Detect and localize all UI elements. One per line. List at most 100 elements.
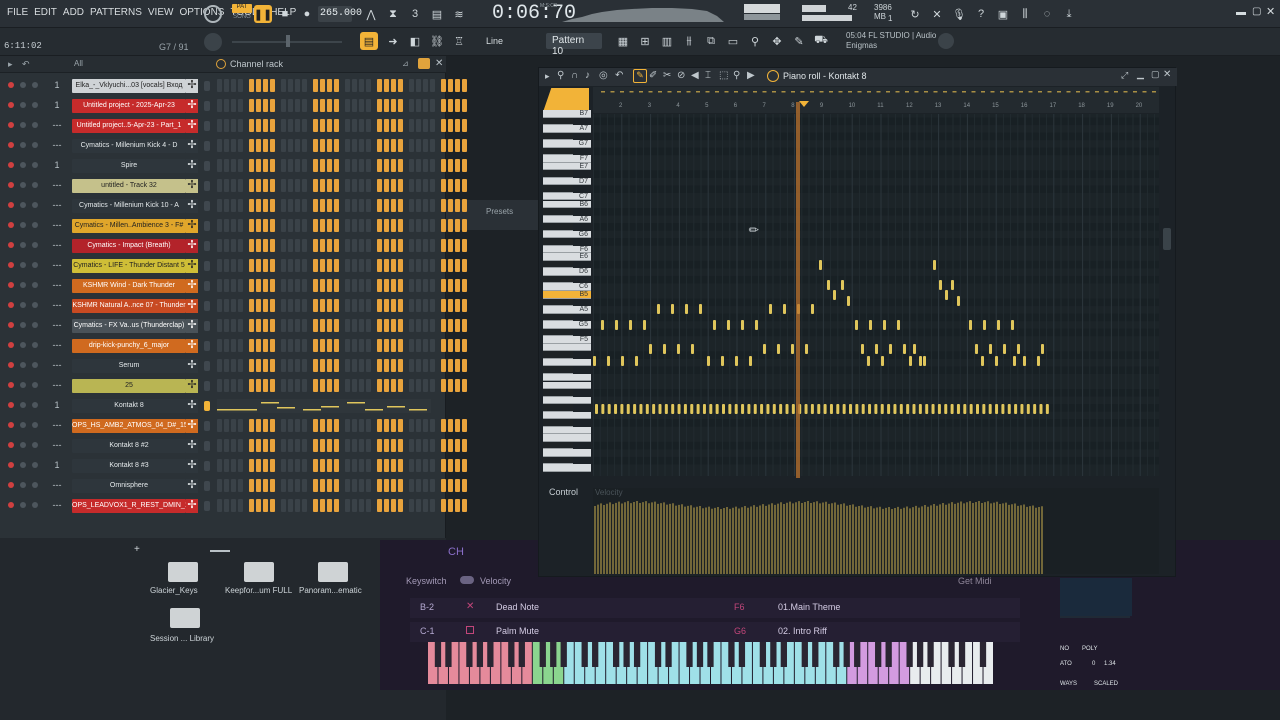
step-button[interactable] bbox=[334, 479, 339, 492]
step-button[interactable] bbox=[455, 279, 460, 292]
step-button[interactable] bbox=[345, 139, 350, 152]
step-button[interactable] bbox=[231, 279, 236, 292]
mute-led-icon[interactable] bbox=[8, 442, 14, 448]
step-button[interactable] bbox=[334, 439, 339, 452]
piano-key[interactable] bbox=[543, 170, 573, 178]
step-button[interactable] bbox=[295, 99, 300, 112]
piano-keyboard[interactable]: B7 A7 G7 F7 E7 D7 C7 B6 A6 G6 F6 E6 D6 C6 B5 A5 G5 F5 bbox=[543, 110, 591, 476]
step-button[interactable] bbox=[313, 299, 318, 312]
channel-row[interactable]: --- Cymatics - Millenium Kick 10 - A ✢ bbox=[0, 196, 467, 216]
step-button[interactable] bbox=[288, 99, 293, 112]
piano-roll-preview[interactable] bbox=[217, 399, 431, 413]
step-button[interactable] bbox=[345, 319, 350, 332]
channel-name-button[interactable]: KSHMR Wind - Dark Thunder bbox=[72, 279, 186, 293]
presets-label[interactable]: Presets bbox=[486, 207, 513, 216]
step-button[interactable] bbox=[409, 119, 414, 132]
step-button[interactable] bbox=[352, 79, 357, 92]
step-button[interactable] bbox=[384, 499, 389, 512]
step-button[interactable] bbox=[462, 459, 467, 472]
channel-menu-icon[interactable]: ✢ bbox=[186, 159, 198, 173]
step-button[interactable] bbox=[366, 119, 371, 132]
step-button[interactable] bbox=[377, 319, 382, 332]
step-button[interactable] bbox=[398, 139, 403, 152]
step-button[interactable] bbox=[398, 339, 403, 352]
playhead[interactable] bbox=[796, 102, 800, 478]
mute-led-icon[interactable] bbox=[8, 262, 14, 268]
midi-note[interactable] bbox=[912, 404, 916, 414]
step-button[interactable] bbox=[455, 339, 460, 352]
step-button[interactable] bbox=[263, 279, 268, 292]
step-button[interactable] bbox=[377, 499, 382, 512]
step-button[interactable] bbox=[320, 339, 325, 352]
step-button[interactable] bbox=[359, 299, 364, 312]
step-button[interactable] bbox=[302, 259, 307, 272]
step-button[interactable] bbox=[352, 259, 357, 272]
midi-note[interactable] bbox=[595, 404, 598, 414]
step-button[interactable] bbox=[409, 219, 414, 232]
channel-row[interactable]: --- drip-kick-punchy_6_major ✢ bbox=[0, 336, 467, 356]
mute-led-icon[interactable] bbox=[8, 322, 14, 328]
step-button[interactable] bbox=[430, 339, 435, 352]
step-button[interactable] bbox=[448, 279, 453, 292]
channel-name-button[interactable]: 25 bbox=[72, 379, 186, 393]
step-button[interactable] bbox=[366, 99, 371, 112]
step-button[interactable] bbox=[302, 199, 307, 212]
midi-note[interactable] bbox=[861, 344, 864, 354]
step-button[interactable] bbox=[295, 299, 300, 312]
midi-note[interactable] bbox=[849, 404, 852, 414]
step-button[interactable] bbox=[256, 159, 261, 172]
piano-roll-icon[interactable]: ⊞ bbox=[636, 32, 654, 50]
step-button[interactable] bbox=[409, 459, 414, 472]
step-button[interactable] bbox=[462, 139, 467, 152]
step-button[interactable] bbox=[238, 339, 243, 352]
minimize-icon[interactable]: ▬ bbox=[1236, 7, 1246, 18]
step-button[interactable] bbox=[238, 459, 243, 472]
step-button[interactable] bbox=[281, 219, 286, 232]
piano-key[interactable] bbox=[543, 389, 573, 397]
undo-icon[interactable]: ↶ bbox=[615, 70, 623, 81]
pause-icon[interactable]: ❚❚ bbox=[254, 5, 272, 23]
step-button[interactable] bbox=[281, 459, 286, 472]
volume-knob[interactable] bbox=[32, 442, 38, 448]
step-button[interactable] bbox=[320, 439, 325, 452]
pan-knob[interactable] bbox=[20, 202, 26, 208]
channel-name-button[interactable]: KSHMR Natural A..nce 07 - Thunder bbox=[72, 299, 186, 313]
channel-select-indicator[interactable] bbox=[204, 81, 210, 91]
channel-name-button[interactable]: Untitled project..5-Apr-23 - Part_1 bbox=[72, 119, 186, 133]
step-button[interactable] bbox=[288, 339, 293, 352]
bar-number[interactable]: 16 bbox=[1021, 103, 1028, 109]
step-button[interactable] bbox=[295, 279, 300, 292]
midi-note[interactable] bbox=[893, 404, 897, 414]
step-button[interactable] bbox=[295, 139, 300, 152]
step-button[interactable] bbox=[391, 79, 396, 92]
step-button[interactable] bbox=[352, 419, 357, 432]
step-button[interactable] bbox=[313, 439, 318, 452]
channel-row[interactable]: --- Serum ✢ bbox=[0, 356, 467, 376]
channel-row[interactable]: 1 Spire ✢ bbox=[0, 156, 467, 176]
step-button[interactable] bbox=[217, 459, 222, 472]
step-button[interactable] bbox=[238, 479, 243, 492]
step-button[interactable] bbox=[441, 159, 446, 172]
bar-number[interactable]: 13 bbox=[935, 103, 942, 109]
step-button[interactable] bbox=[423, 279, 428, 292]
step-button[interactable] bbox=[295, 359, 300, 372]
volume-knob[interactable] bbox=[32, 82, 38, 88]
step-button[interactable] bbox=[345, 199, 350, 212]
mixer-track-number[interactable]: --- bbox=[50, 220, 64, 230]
step-button[interactable] bbox=[441, 259, 446, 272]
mixer-track-number[interactable]: --- bbox=[50, 340, 64, 350]
channel-name-button[interactable]: Kontakt 8 #2 bbox=[72, 439, 186, 453]
step-button[interactable] bbox=[430, 219, 435, 232]
step-button[interactable] bbox=[270, 239, 275, 252]
piano-key[interactable]: B5 bbox=[543, 291, 591, 299]
step-button[interactable] bbox=[398, 479, 403, 492]
step-button[interactable] bbox=[217, 379, 222, 392]
master-pitch-handle[interactable] bbox=[286, 35, 290, 47]
step-button[interactable] bbox=[334, 99, 339, 112]
step-button[interactable] bbox=[384, 99, 389, 112]
step-button[interactable] bbox=[441, 79, 446, 92]
channel-row[interactable]: --- Cymatics - LIFE - Thunder Distant 5 … bbox=[0, 256, 467, 276]
volume-knob[interactable] bbox=[32, 322, 38, 328]
midi-note[interactable] bbox=[707, 356, 710, 366]
step-button[interactable] bbox=[281, 259, 286, 272]
